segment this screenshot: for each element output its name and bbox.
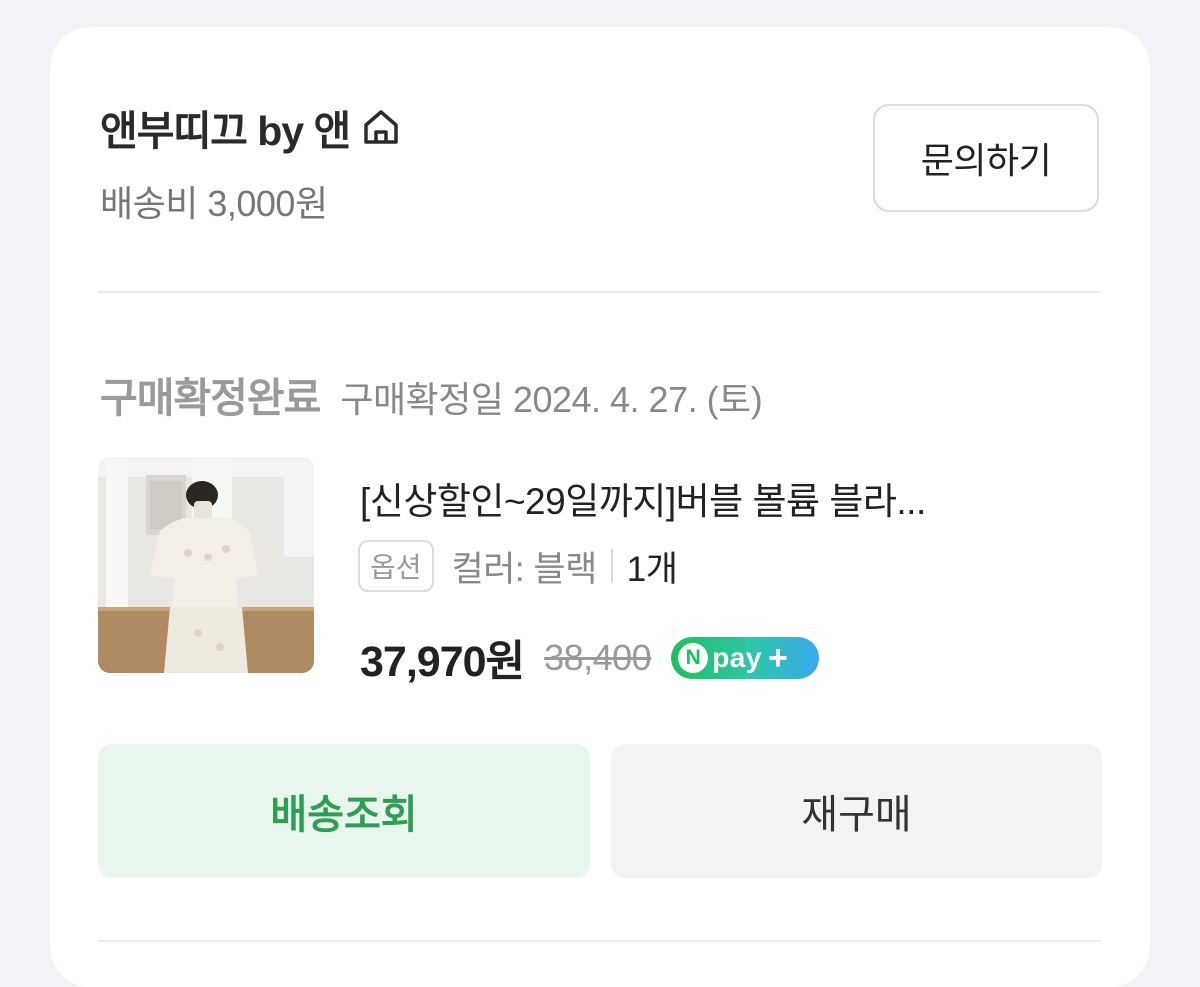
order-card: 앤부띠끄 by 앤 배송비 3,000원 문의하기 구매확정완료 구매확정일 2… [50, 27, 1150, 987]
option-badge: 옵션 [358, 540, 434, 592]
sale-price: 37,970원 [360, 638, 525, 686]
seller-name[interactable]: 앤부띠끄 by 앤 [100, 97, 351, 157]
price-row: 37,970원 38,400 N pay + [360, 627, 820, 689]
inquiry-button[interactable]: 문의하기 [873, 104, 1099, 212]
shipping-fee: 배송비 3,000원 [100, 183, 328, 224]
quantity: 1개 [626, 549, 678, 589]
divider [98, 940, 1101, 942]
product-thumbnail[interactable] [98, 457, 314, 673]
seller-header[interactable]: 앤부띠끄 by 앤 [100, 97, 402, 157]
divider [98, 291, 1101, 293]
npay-n-icon: N [678, 643, 709, 673]
track-delivery-button[interactable]: 배송조회 [98, 744, 590, 878]
option-value: 컬러: 블랙 [451, 549, 598, 589]
option-row: 옵션 컬러: 블랙 1개 [358, 540, 678, 592]
product-title[interactable]: [신상할인~29일까지]버블 볼륨 블라... [360, 471, 926, 525]
plus-icon: + [767, 639, 788, 677]
home-icon[interactable] [360, 106, 402, 148]
status-label: 구매확정완료 [100, 375, 321, 421]
order-status-line: 구매확정완료 구매확정일 2024. 4. 27. (토) [100, 364, 763, 424]
npay-plus-badge: N pay + [671, 637, 820, 679]
rebuy-button[interactable]: 재구매 [611, 744, 1102, 878]
option-separator [610, 549, 613, 583]
original-price: 38,400 [544, 637, 652, 678]
npay-text: pay [712, 642, 762, 673]
confirm-date: 구매확정일 2024. 4. 27. (토) [340, 379, 763, 420]
